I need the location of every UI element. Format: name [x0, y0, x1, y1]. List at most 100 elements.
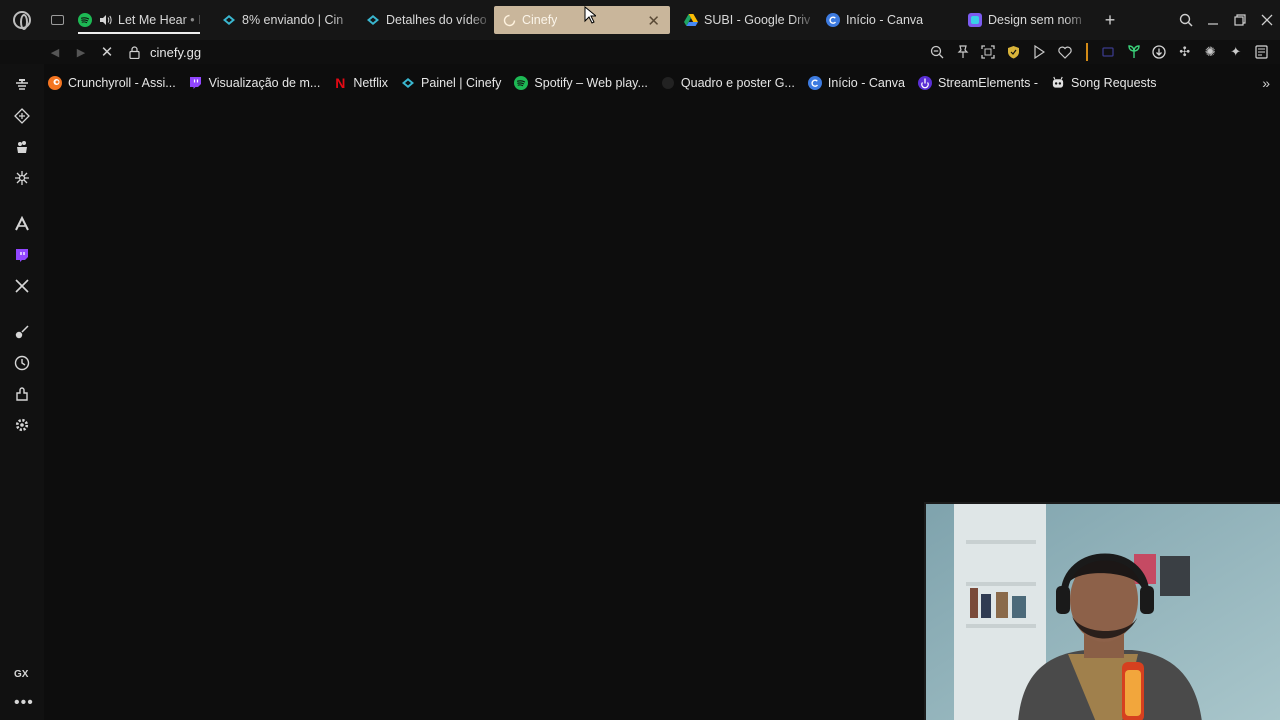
sidebar-control-button[interactable]: [11, 74, 33, 96]
streamelements-icon: [917, 76, 932, 90]
canva-icon: [826, 13, 840, 27]
bookmark-netflix[interactable]: N Netflix: [329, 70, 397, 96]
stop-loading-button[interactable]: ✕: [94, 40, 120, 64]
easy-setup-icon: [1255, 45, 1268, 59]
bookmark-song-requests[interactable]: Song Requests: [1047, 70, 1165, 96]
tab-google-drive[interactable]: SUBI - Google Driv: [676, 6, 818, 34]
clock-icon: [14, 355, 30, 371]
bookmark-crunchyroll[interactable]: Crunchyroll - Assi...: [44, 70, 185, 96]
bookmark-label: Painel | Cinefy: [421, 76, 502, 90]
twitch-icon: [16, 248, 28, 262]
play-button[interactable]: [1027, 40, 1053, 64]
aria-icon: [15, 216, 29, 231]
zoom-button[interactable]: [925, 40, 951, 64]
canva-icon: [807, 76, 822, 90]
gx-label[interactable]: GX: [14, 669, 28, 680]
adblock-button[interactable]: [1001, 40, 1027, 64]
bookmark-quadro-poster[interactable]: Quadro e poster G...: [657, 70, 804, 96]
play-icon: [1034, 45, 1046, 59]
green-leaf-icon: [1128, 45, 1140, 58]
spotify-icon: [514, 76, 529, 90]
url-field[interactable]: cinefy.gg: [150, 45, 201, 60]
toolbar-separator: [1085, 43, 1088, 61]
easy-setup-button[interactable]: [1249, 40, 1275, 64]
tab-label: Início - Canva: [846, 13, 924, 27]
favorite-button[interactable]: [1052, 40, 1078, 64]
site-info-button[interactable]: [124, 40, 144, 64]
tab-cinefy-upload[interactable]: 8% enviando | Cin: [214, 6, 358, 34]
sidebar-gx-cleaner-button[interactable]: [11, 136, 33, 158]
sidebar-twitch-button[interactable]: [11, 244, 33, 266]
bookmark-cinefy-panel[interactable]: Painel | Cinefy: [397, 70, 510, 96]
sidebar-music-button[interactable]: [11, 321, 33, 343]
restore-button[interactable]: [1226, 0, 1253, 40]
tab-video-details[interactable]: Detalhes do vídeo: [358, 6, 494, 34]
sidebar-x-button[interactable]: [11, 275, 33, 297]
browser-window: Let Me Hear • F 8% enviando | Cin Detalh…: [0, 0, 1280, 720]
more-bookmarks-button[interactable]: »: [1262, 75, 1270, 91]
minimize-button[interactable]: [1199, 0, 1226, 40]
search-tabs-button[interactable]: [1172, 0, 1199, 40]
google-drive-icon: [684, 13, 698, 27]
sidebar-history-button[interactable]: [11, 352, 33, 374]
forward-button[interactable]: ▶: [68, 40, 94, 64]
mods-icon: [15, 171, 29, 185]
back-button[interactable]: ◀: [42, 40, 68, 64]
tab-islands-button[interactable]: [44, 0, 70, 40]
bookmark-streamelements[interactable]: StreamElements -: [914, 70, 1047, 96]
speaker-icon[interactable]: [98, 13, 112, 27]
opera-gx-menu-button[interactable]: [0, 0, 44, 40]
extension-button-3[interactable]: ✣: [1172, 40, 1198, 64]
bookmark-label: Visualização de m...: [208, 76, 321, 90]
new-tab-button[interactable]: +: [1096, 6, 1124, 34]
generic-site-icon: [661, 76, 675, 90]
tab-canva-home[interactable]: Início - Canva: [818, 6, 960, 34]
snapshot-button[interactable]: [976, 40, 1002, 64]
sidebar-mods-button[interactable]: [11, 167, 33, 189]
bookmark-label: Início - Canva: [827, 76, 905, 90]
guitar-icon: [15, 325, 29, 339]
bookmark-twitch-view[interactable]: Visualização de m...: [185, 70, 330, 96]
address-bar: ◀ ▶ ✕ cinefy.gg ✣ ✺ ✦: [0, 40, 1280, 64]
shuriken-icon: ✦: [1230, 44, 1242, 59]
extension-button-1[interactable]: [1096, 40, 1122, 64]
sidebar-aria-button[interactable]: [11, 213, 33, 235]
tab-cinefy-active[interactable]: Cinefy ✕: [494, 6, 670, 34]
x-twitter-icon: [15, 279, 29, 293]
playing-indicator: [78, 32, 200, 34]
close-tab-icon[interactable]: ✕: [647, 12, 660, 30]
extensions-icon: [16, 387, 28, 401]
bookmark-label: Crunchyroll - Assi...: [68, 76, 176, 90]
tab-let-me-hear[interactable]: Let Me Hear • F: [70, 6, 208, 34]
bookmark-spotify[interactable]: Spotify – Web play...: [510, 70, 656, 96]
extension-button-4[interactable]: ✺: [1198, 40, 1224, 64]
bookmark-label: Song Requests: [1071, 76, 1157, 90]
bookmark-canva[interactable]: Início - Canva: [804, 70, 914, 96]
plus-icon: +: [1104, 9, 1116, 30]
mouse-cursor-icon: [584, 6, 596, 24]
bookmark-label: Netflix: [353, 76, 389, 90]
sidebar: GX •••: [0, 64, 44, 720]
canva-design-icon: [968, 13, 982, 27]
cleaner-icon: [17, 141, 27, 153]
loading-spinner-icon: [502, 13, 516, 27]
tab-canva-design[interactable]: Design sem nome: [960, 6, 1090, 34]
double-chevron-right-icon: »: [1262, 75, 1270, 91]
download-button[interactable]: [1147, 40, 1173, 64]
pin-button[interactable]: [950, 40, 976, 64]
extension-button-2[interactable]: [1121, 40, 1147, 64]
sidebar-extensions-button[interactable]: [11, 383, 33, 405]
gear-icon: [15, 418, 29, 432]
tab-bar: Let Me Hear • F 8% enviando | Cin Detalh…: [0, 0, 1280, 40]
sidebar-more-button[interactable]: •••: [14, 694, 34, 712]
extension-button-5[interactable]: ✦: [1223, 40, 1249, 64]
cinefy-icon: [401, 76, 415, 90]
sidebar-settings-button[interactable]: [11, 414, 33, 436]
pin-icon: [957, 45, 969, 58]
bookmark-label: Spotify – Web play...: [534, 76, 648, 90]
download-icon: [1152, 45, 1166, 59]
sidebar-gx-corner-button[interactable]: [11, 105, 33, 127]
sparkle-icon: ✺: [1204, 44, 1216, 59]
search-icon: [1179, 13, 1193, 27]
close-window-button[interactable]: [1253, 0, 1280, 40]
